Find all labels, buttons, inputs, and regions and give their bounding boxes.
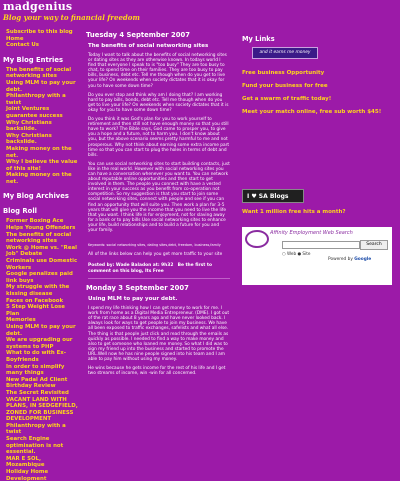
blog-roll-link[interactable]: Work @ Home vs. "Real Job" Debate	[6, 245, 80, 258]
blog-entry-link[interactable]: Why Christians backslide.	[6, 120, 80, 133]
post-title[interactable]: The benefits of social networking sites	[88, 43, 234, 49]
right-link-traffic[interactable]: Get a swarm of traffic today!	[242, 96, 400, 102]
post-divider	[88, 278, 230, 280]
blog-roll-link[interactable]: In order to simplify many things	[6, 364, 80, 377]
million-hits-link[interactable]: Want 1 million free hits a month?	[242, 209, 400, 215]
search-logo-icon	[245, 230, 269, 248]
blog-roll-list: Former Boxing Ace Helps Young Offenders …	[6, 218, 80, 481]
post-paragraph: Do you ever stop and think why am I doin…	[88, 92, 229, 113]
sa-blogs-badge[interactable]: I ♥ SA Blogs	[242, 189, 304, 203]
powered-by-label: Powered by	[328, 257, 353, 262]
blog-entry-link[interactable]: Why I believe the value of this site!	[6, 159, 80, 172]
blog-entry-link[interactable]: Joint Ventures guarantee success	[6, 106, 80, 119]
blog-roll-link[interactable]: Criminals use Domestic Workers	[6, 258, 80, 271]
site-tagline: Blog your way to financial freedom	[3, 13, 140, 22]
main-content: Tuesday 4 September 2007 The benefits of…	[84, 26, 234, 481]
powered-by: Powered by Google	[328, 257, 371, 262]
site-title[interactable]: madgenius	[3, 0, 72, 13]
blog-entry-link[interactable]: The benefits of social networking sites	[6, 67, 80, 80]
blog-roll-link[interactable]: What to do with Ex- Boyfriends	[6, 350, 80, 363]
post-paragraph: I spend my life thinking how I can get m…	[88, 306, 230, 363]
post-paragraph: Do you think it was God's plan for you t…	[88, 117, 230, 158]
post-paragraph: Today I want to talk about the benefits …	[88, 53, 227, 89]
post-title[interactable]: Using MLM to pay your debt.	[88, 296, 234, 302]
my-links-heading: My Links	[242, 35, 275, 43]
blog-roll-link[interactable]: Faces on Facebook	[6, 298, 80, 305]
search-button[interactable]: Search	[360, 240, 388, 250]
post-paragraph: You can use social networking sites to s…	[88, 161, 230, 233]
blog-roll-link[interactable]: MAR E SOL, Mozambique Holiday Home Devel…	[6, 456, 80, 481]
blog-entry-link[interactable]: Philanthropy with a twist	[6, 93, 80, 106]
blog-roll-link[interactable]: My struggle with the kissing disease	[6, 284, 80, 297]
top-links: Subscribe to this blog Home Contact Us	[6, 29, 80, 49]
left-sidebar: Subscribe to this blog Home Contact Us M…	[0, 26, 82, 481]
blog-roll-link[interactable]: The Secret Revisited	[6, 390, 80, 397]
blog-roll-link[interactable]: Philanthropy with a twist	[6, 423, 80, 436]
blog-roll-link[interactable]: We are upgrading our systems to PHP	[6, 337, 80, 350]
blog-archives-link[interactable]: My Blog Archives	[3, 192, 82, 200]
google-logo: Google	[354, 257, 372, 262]
blog-entry-link[interactable]: Making money on the net.	[6, 146, 80, 159]
blog-roll-link[interactable]: 5 Step Weight Lose Plan	[6, 304, 80, 317]
blog-roll-link[interactable]: Using MLM to pay your debt.	[6, 324, 80, 337]
right-sidebar: My Links and it earns me money Free busi…	[236, 26, 400, 481]
blog-entries-list: The benefits of social networking sites …	[6, 67, 80, 186]
blog-entry-link[interactable]: Making money on the net.	[6, 172, 80, 185]
search-scope-radio[interactable]: ○ Web ● Site	[282, 251, 310, 256]
blog-roll-link[interactable]: Google penalizes paid link buys	[6, 271, 80, 284]
post-paragraph: He wins because he gets income for the r…	[88, 366, 226, 377]
post-date: Monday 3 September 2007	[86, 284, 189, 293]
right-link-business[interactable]: Free business Opportunity	[242, 70, 400, 76]
post-footer: Posted by: Wade Baladon at: 9h32 Be the …	[88, 263, 230, 274]
contact-link[interactable]: Contact Us	[6, 42, 80, 49]
right-link-match[interactable]: Meet your match online, free sub worth $…	[242, 109, 400, 115]
right-link-fund[interactable]: Fund your business for free	[242, 83, 400, 89]
blog-roll-heading: Blog Roll	[3, 207, 37, 216]
home-link[interactable]: Home	[6, 36, 80, 43]
posted-by: Posted by: Wade Baladon at: 9h32	[88, 263, 174, 269]
blog-roll-link[interactable]: VACANT LAND WITH PLANS, IN SEDGEFIELD, Z…	[6, 397, 80, 423]
search-widget: Affinity Employment Web Search Search ○ …	[242, 227, 392, 285]
post-keywords: Keywords: social networking sites, datin…	[88, 243, 221, 248]
eatm-banner[interactable]: and it earns me money	[252, 47, 318, 59]
post-date: Tuesday 4 September 2007	[86, 31, 190, 39]
blog-roll-link[interactable]: Search Engine optimisation is not essent…	[6, 436, 80, 456]
search-input[interactable]	[282, 241, 360, 249]
blog-roll-link[interactable]: Memories	[6, 317, 80, 324]
post-closing: All of the links below can help you get …	[88, 252, 223, 258]
blog-roll-link[interactable]: New Padal Ad Client	[6, 377, 80, 384]
blog-roll-link[interactable]: Birthday Review	[6, 383, 80, 390]
blog-entries-heading: My Blog Entries	[3, 55, 64, 64]
subscribe-link[interactable]: Subscribe to this blog	[6, 29, 80, 36]
blog-roll-link[interactable]: Former Boxing Ace Helps Young Offenders	[6, 218, 80, 231]
blog-entry-link[interactable]: Why Christians backslide.	[6, 133, 80, 146]
search-widget-title: Affinity Employment Web Search	[270, 230, 353, 236]
blog-entry-link[interactable]: Using MLM to pay your debt.	[6, 80, 80, 93]
site-header: madgenius Blog your way to financial fre…	[0, 0, 400, 26]
blog-roll-link[interactable]: The benefits of social networking sites	[6, 232, 80, 245]
